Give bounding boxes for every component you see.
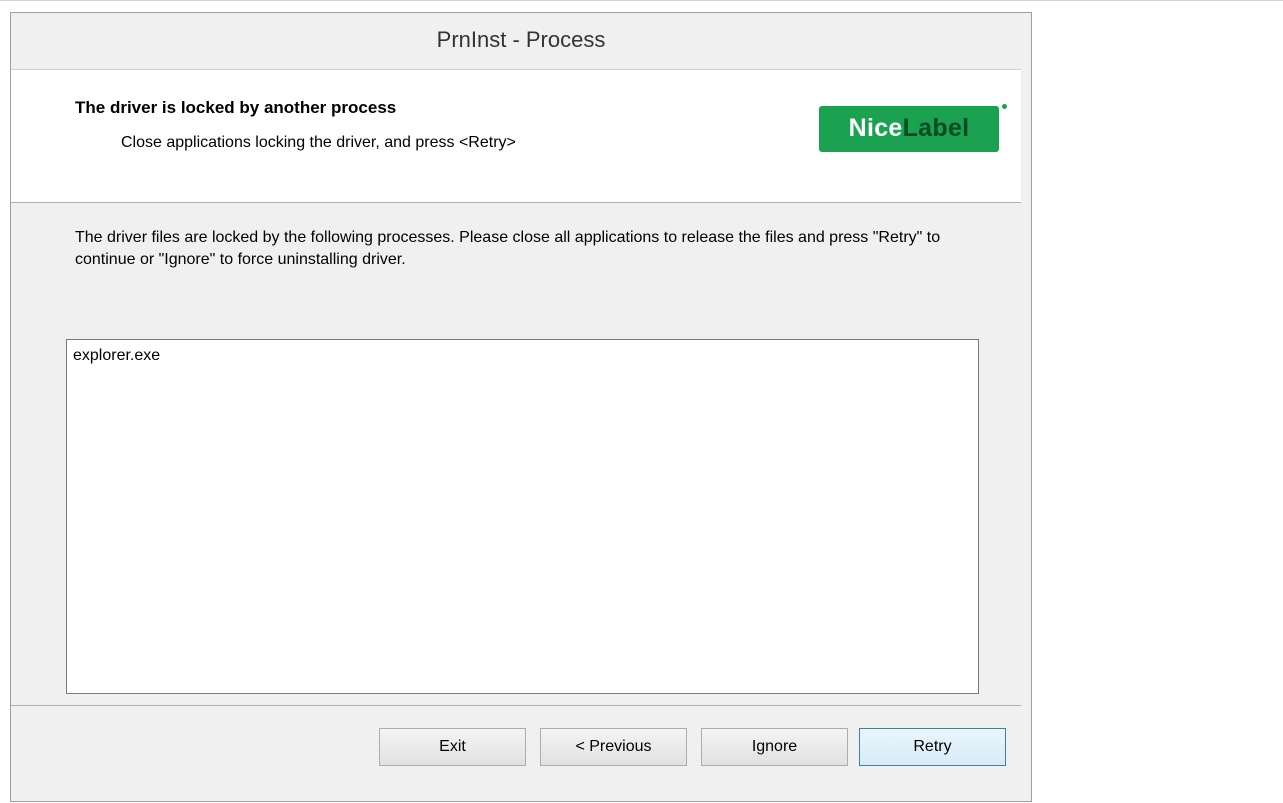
header-title: The driver is locked by another process xyxy=(75,98,397,117)
retry-button[interactable]: Retry xyxy=(859,728,1006,766)
title-bar[interactable]: PrnInst - Process xyxy=(11,13,1031,69)
dialog-header: The driver is locked by another process … xyxy=(11,69,1021,203)
list-item[interactable]: explorer.exe xyxy=(73,346,972,366)
installer-dialog: PrnInst - Process The driver is locked b… xyxy=(10,12,1032,802)
logo-registered-mark xyxy=(1002,104,1007,109)
logo-word-nice: Nice xyxy=(848,114,903,142)
exit-button[interactable]: Exit xyxy=(379,728,526,766)
locking-process-list[interactable]: explorer.exe xyxy=(66,339,979,694)
previous-button[interactable]: < Previous xyxy=(540,728,687,766)
footer-divider xyxy=(11,705,1021,706)
window-title: PrnInst - Process xyxy=(436,27,606,52)
page-top-border xyxy=(0,0,1283,1)
nicelabel-logo: NiceLabel xyxy=(819,106,999,152)
description-text: The driver files are locked by the follo… xyxy=(75,229,941,268)
logo-word-label: Label xyxy=(902,114,970,142)
header-subtitle: Close applications locking the driver, a… xyxy=(121,134,516,151)
ignore-button[interactable]: Ignore xyxy=(701,728,848,766)
